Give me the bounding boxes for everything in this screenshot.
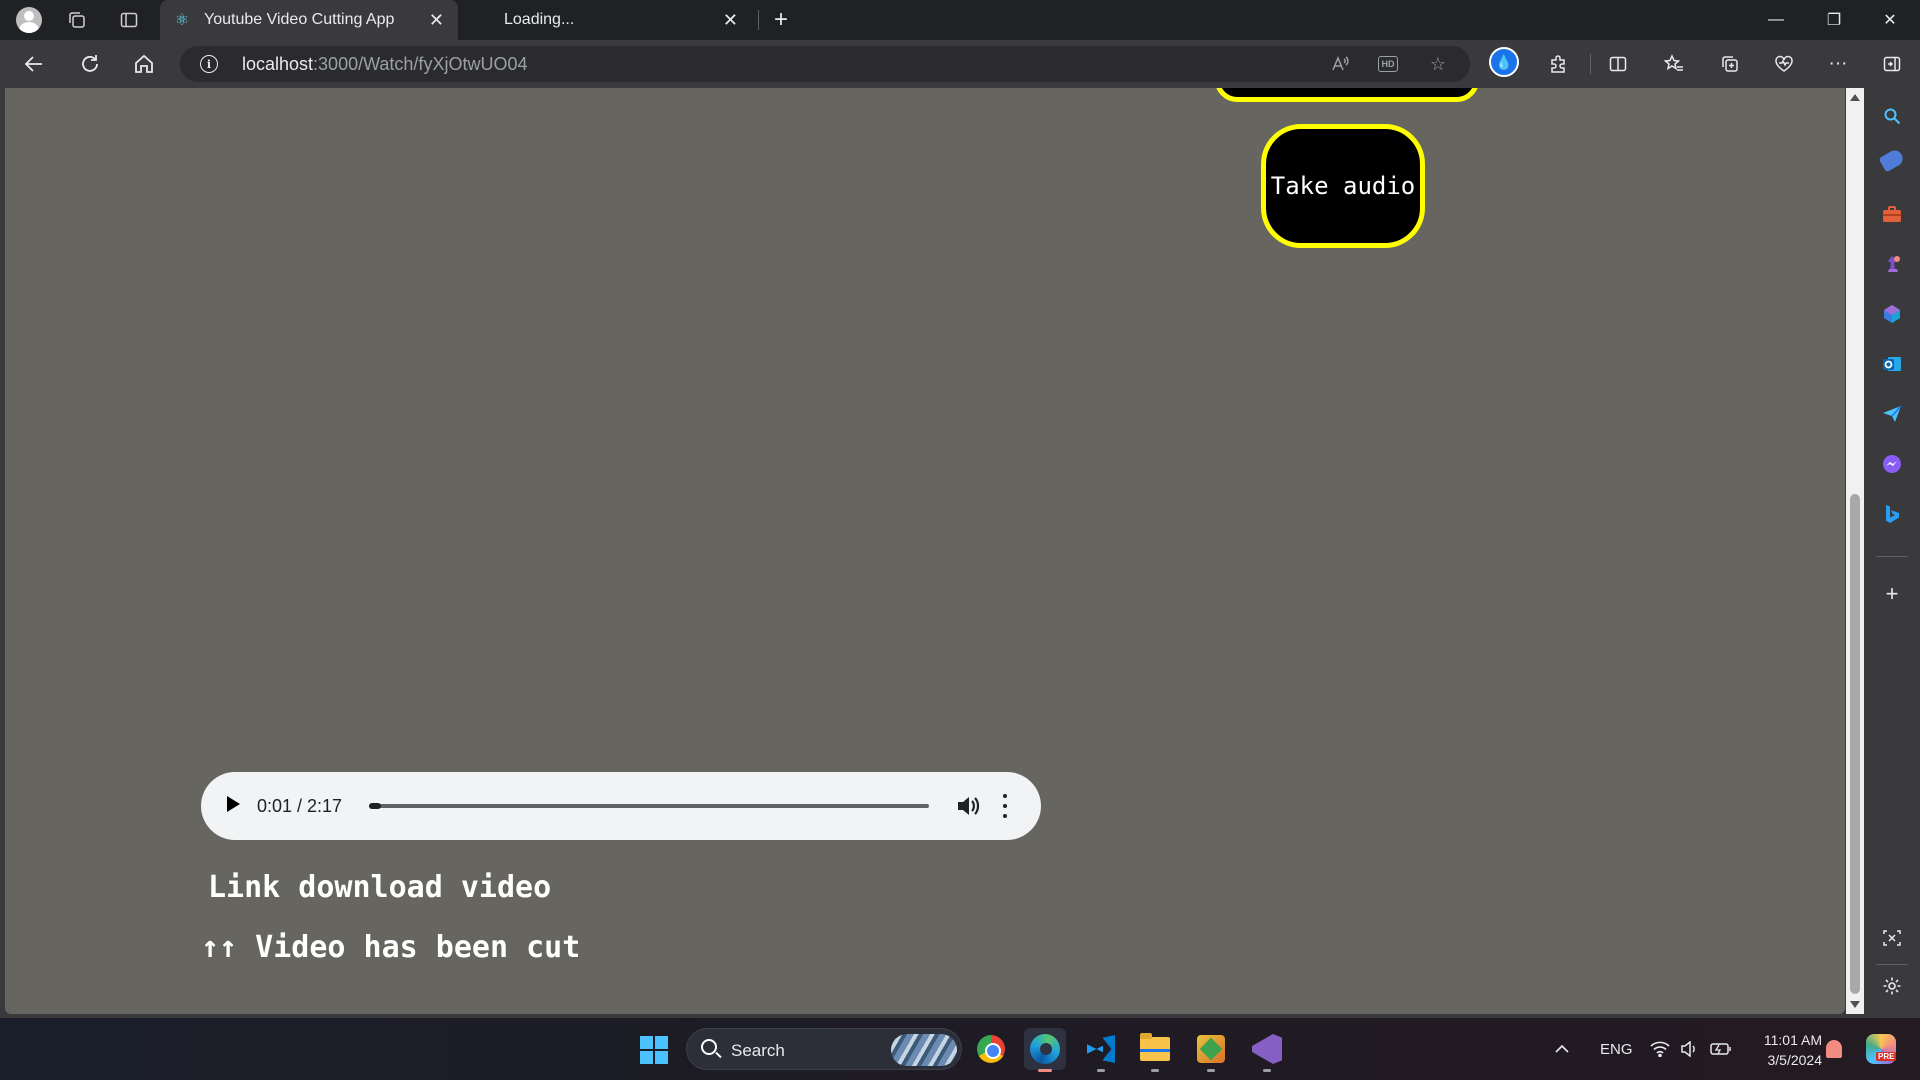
vertical-tabs-icon[interactable]: [114, 6, 144, 34]
tab-close-icon[interactable]: ✕: [429, 10, 444, 31]
favorite-star-icon[interactable]: ☆: [1424, 51, 1452, 77]
tab-label: Youtube Video Cutting App: [204, 11, 395, 28]
partially-visible-button[interactable]: [1215, 88, 1479, 102]
restore-button[interactable]: ❐: [1806, 0, 1862, 40]
react-icon: ⚛: [174, 12, 190, 29]
web-page: Take audio 0:01 / 2:17 Link download vid…: [5, 88, 1845, 1014]
link-download-video[interactable]: Link download video: [208, 870, 551, 905]
chrome-app-icon[interactable]: [970, 1028, 1012, 1070]
refresh-button[interactable]: [72, 48, 108, 80]
workspaces-icon[interactable]: [62, 6, 92, 34]
show-hidden-icons-chevron-icon[interactable]: [1554, 1018, 1570, 1080]
wifi-icon[interactable]: [1650, 1018, 1670, 1080]
collections-icon[interactable]: [1714, 50, 1746, 78]
minimize-button[interactable]: —: [1748, 0, 1804, 40]
search-icon[interactable]: [1878, 102, 1906, 130]
profile-avatar-icon[interactable]: [14, 6, 44, 34]
tab-close-icon[interactable]: ✕: [723, 10, 738, 31]
hd-video-icon[interactable]: HD: [1374, 51, 1402, 77]
games-chess-icon[interactable]: [1878, 250, 1906, 278]
tools-briefcase-icon[interactable]: [1878, 200, 1906, 228]
browser-essentials-icon[interactable]: [1768, 50, 1800, 78]
page-scrollbar[interactable]: [1846, 88, 1864, 1014]
drop-extension-icon[interactable]: 💧: [1488, 47, 1520, 77]
edge-sidebar: +: [1864, 88, 1920, 1018]
site-info-icon[interactable]: i: [200, 55, 218, 73]
tab-separator: [758, 10, 759, 30]
tools-app-icon[interactable]: [1190, 1028, 1232, 1072]
bing-icon[interactable]: [1878, 500, 1906, 528]
tab-label: Loading...: [504, 11, 575, 28]
take-audio-button[interactable]: Take audio: [1261, 124, 1425, 248]
url-host: localhost: [242, 54, 314, 74]
screenshot-icon[interactable]: [1878, 924, 1906, 952]
tab-youtube-video-cutting-app[interactable]: ⚛ Youtube Video Cutting App ✕: [160, 0, 458, 40]
scroll-down-arrow-icon[interactable]: [1850, 1001, 1860, 1008]
toolbar-separator: [1590, 54, 1591, 74]
new-tab-button[interactable]: +: [766, 5, 796, 35]
browser-toolbar: i localhost:3000/Watch/fyXjOtwUO04 HD ☆ …: [0, 40, 1920, 88]
read-aloud-icon[interactable]: [1326, 51, 1354, 77]
audio-seek-bar[interactable]: [369, 803, 929, 809]
favorites-icon[interactable]: [1658, 50, 1690, 78]
add-sidebar-app-icon[interactable]: +: [1878, 580, 1906, 608]
vscode-app-icon[interactable]: [1080, 1028, 1122, 1072]
play-icon[interactable]: [227, 796, 240, 812]
close-window-button[interactable]: ✕: [1862, 0, 1918, 40]
shopping-tag-icon[interactable]: [1878, 147, 1906, 173]
messenger-icon[interactable]: [1878, 450, 1906, 478]
volume-icon[interactable]: [1680, 1018, 1698, 1080]
scroll-up-arrow-icon[interactable]: [1850, 94, 1860, 101]
sidebar-toggle-icon[interactable]: [1876, 50, 1908, 78]
screen: ⚛ Youtube Video Cutting App ✕ Loading...…: [0, 0, 1920, 1080]
search-icon: [701, 1039, 717, 1055]
volume-icon[interactable]: [955, 792, 981, 820]
microsoft-365-icon[interactable]: [1878, 300, 1906, 328]
extensions-icon[interactable]: [1542, 50, 1574, 78]
audio-progress-fill: [369, 803, 381, 809]
battery-icon[interactable]: [1710, 1018, 1732, 1080]
url-path: :3000/Watch/fyXjOtwUO04: [313, 54, 528, 74]
notification-bell-icon[interactable]: [1826, 1040, 1842, 1058]
tab-bar: ⚛ Youtube Video Cutting App ✕ Loading...…: [0, 0, 1920, 40]
settings-gear-icon[interactable]: [1878, 972, 1906, 1000]
address-bar[interactable]: i localhost:3000/Watch/fyXjOtwUO04 HD ☆: [180, 46, 1470, 82]
system-clock[interactable]: 11:01 AM 3/5/2024: [1748, 1030, 1822, 1070]
sidebar-divider: [1876, 964, 1908, 965]
back-button[interactable]: [16, 48, 52, 80]
page-viewport: Take audio 0:01 / 2:17 Link download vid…: [0, 88, 1864, 1018]
clock-date: 3/5/2024: [1767, 1052, 1823, 1068]
file-explorer-app-icon[interactable]: [1134, 1028, 1176, 1072]
send-plane-icon[interactable]: [1878, 400, 1906, 428]
taskbar-search-box[interactable]: Search: [686, 1028, 962, 1070]
taskbar-search-label: Search: [731, 1041, 785, 1060]
visual-studio-app-icon[interactable]: [1246, 1028, 1288, 1072]
tab-loading[interactable]: Loading... ✕: [480, 0, 752, 40]
split-screen-icon[interactable]: [1602, 50, 1634, 78]
audio-player: 0:01 / 2:17: [201, 772, 1041, 840]
outlook-icon[interactable]: [1878, 350, 1906, 378]
edge-app-icon[interactable]: [1024, 1028, 1066, 1072]
home-button[interactable]: [126, 48, 162, 80]
scrollbar-thumb[interactable]: [1850, 494, 1860, 994]
copilot-preview-badge: PRE: [1876, 1052, 1897, 1061]
windows-taskbar: Search ENG 11:01 AM 3/5/2024 PRE: [0, 1018, 1920, 1080]
sidebar-divider: [1876, 556, 1908, 557]
clock-time: 11:01 AM: [1763, 1032, 1822, 1048]
url-text[interactable]: localhost:3000/Watch/fyXjOtwUO04: [242, 54, 527, 75]
more-options-icon[interactable]: ···: [1822, 50, 1854, 78]
search-highlight-image: [891, 1034, 957, 1066]
audio-time: 0:01 / 2:17: [257, 796, 343, 816]
video-cut-status: ↑↑ Video has been cut: [201, 930, 581, 965]
audio-more-options-icon[interactable]: [1001, 794, 1009, 818]
windows-start-icon[interactable]: [640, 1036, 668, 1064]
language-indicator[interactable]: ENG: [1600, 1018, 1633, 1080]
